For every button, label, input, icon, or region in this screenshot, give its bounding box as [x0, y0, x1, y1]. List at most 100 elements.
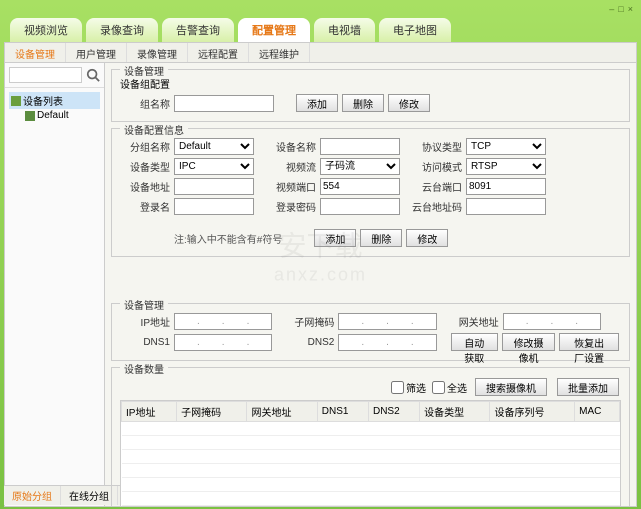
table-row[interactable] — [122, 492, 620, 506]
gateway-label: 网关地址 — [449, 314, 499, 329]
selectall-checkbox[interactable]: 全选 — [432, 380, 467, 395]
sidebar: 设备列表 Default 原始分组在线分组地图列表 — [5, 63, 105, 506]
input-hint: 注:输入中不能含有#符号 — [174, 231, 282, 246]
section-title: 设备管理 — [120, 63, 168, 78]
proto-label: 协议类型 — [412, 139, 462, 154]
main-tab[interactable]: 电子地图 — [379, 18, 451, 42]
network-section: 设备管理 IP地址... 子网掩码... 网关地址... DNS1... DNS… — [111, 303, 630, 361]
sub-tab[interactable]: 远程维护 — [249, 43, 310, 62]
mask-label: 子网掩码 — [284, 314, 334, 329]
dns2-label: DNS2 — [284, 337, 334, 348]
gateway-input[interactable]: ... — [503, 313, 601, 330]
main-tab[interactable]: 录像查询 — [86, 18, 158, 42]
ip-input[interactable]: ... — [174, 313, 272, 330]
factory-reset-button[interactable]: 恢复出厂设置 — [559, 333, 619, 351]
device-count-section: 设备数量 筛选 全选 搜索摄像机 批量添加 IP地址子网掩码网关地址DNS1DN… — [111, 367, 630, 506]
table-row[interactable] — [122, 464, 620, 478]
device-modify-button[interactable]: 修改 — [406, 229, 448, 247]
tree-root[interactable]: 设备列表 — [9, 92, 100, 109]
vport-input[interactable] — [320, 178, 400, 195]
tree-item-default[interactable]: Default — [9, 109, 100, 122]
mask-input[interactable]: ... — [338, 313, 436, 330]
table-header[interactable]: 子网掩码 — [177, 402, 247, 422]
main-tab[interactable]: 视频浏览 — [10, 18, 82, 42]
devname-label: 设备名称 — [266, 139, 316, 154]
maximize-button[interactable]: □ — [618, 4, 623, 14]
devname-input[interactable] — [320, 138, 400, 155]
sub-tab[interactable]: 录像管理 — [127, 43, 188, 62]
sub-tab[interactable]: 设备管理 — [5, 43, 66, 62]
main-tab[interactable]: 电视墙 — [314, 18, 375, 42]
sub-tab[interactable]: 远程配置 — [188, 43, 249, 62]
devaddr-label: 设备地址 — [120, 179, 170, 194]
login-label: 登录名 — [120, 199, 170, 214]
pwd-input[interactable] — [320, 198, 400, 215]
login-input[interactable] — [174, 198, 254, 215]
dns1-input[interactable]: ... — [174, 334, 272, 351]
devaddr-input[interactable] — [174, 178, 254, 195]
sidebar-search-input[interactable] — [9, 67, 82, 83]
device-delete-button[interactable]: 删除 — [360, 229, 402, 247]
group-modify-button[interactable]: 修改 — [388, 94, 430, 112]
search-icon[interactable] — [86, 68, 100, 82]
section-title: 设备管理 — [120, 297, 168, 312]
filter-checkbox[interactable]: 筛选 — [391, 380, 426, 395]
ptzaddr-input[interactable] — [466, 198, 546, 215]
table-header[interactable]: MAC — [575, 402, 620, 422]
auto-get-button[interactable]: 自动获取 — [451, 333, 498, 351]
device-add-button[interactable]: 添加 — [314, 229, 356, 247]
tree-root-label: 设备列表 — [23, 93, 63, 108]
main-panel: 设备管理 设备组配置 组名称 添加 删除 修改 设备配置信息 分组名称 Defau… — [105, 63, 636, 506]
main-tab[interactable]: 告警查询 — [162, 18, 234, 42]
ip-label: IP地址 — [120, 314, 170, 329]
table-row[interactable] — [122, 450, 620, 464]
group-name-label: 组名称 — [120, 96, 170, 111]
proto-select[interactable]: TCP — [466, 138, 546, 155]
devtype-select[interactable]: IPC — [174, 158, 254, 175]
main-tabs: 视频浏览录像查询告警查询配置管理电视墙电子地图 — [2, 16, 639, 42]
close-button[interactable]: × — [628, 4, 633, 14]
main-tab[interactable]: 配置管理 — [238, 18, 310, 42]
group-config-section: 设备管理 设备组配置 组名称 添加 删除 修改 — [111, 69, 630, 122]
pport-input[interactable] — [466, 178, 546, 195]
dns2-input[interactable]: ... — [338, 334, 436, 351]
search-camera-button[interactable]: 搜索摄像机 — [475, 378, 547, 396]
modify-camera-button[interactable]: 修改摄像机 — [502, 333, 555, 351]
table-header[interactable]: IP地址 — [122, 402, 177, 422]
table-header[interactable]: DNS1 — [317, 402, 368, 422]
table-row[interactable] — [122, 478, 620, 492]
ptzaddr-label: 云台地址码 — [412, 199, 462, 214]
minimize-button[interactable]: – — [609, 4, 614, 14]
tree-item-label: Default — [37, 110, 69, 121]
sub-tab[interactable]: 用户管理 — [66, 43, 127, 62]
stream-label: 视频流 — [266, 159, 316, 174]
device-tree: 设备列表 Default — [5, 88, 104, 126]
vport-label: 视频端口 — [266, 179, 316, 194]
access-select[interactable]: RTSP — [466, 158, 546, 175]
device-config-section: 设备配置信息 分组名称Default 设备名称 协议类型TCP 设备类型IPC … — [111, 128, 630, 257]
table-row[interactable] — [122, 506, 620, 507]
group-delete-button[interactable]: 删除 — [342, 94, 384, 112]
table-row[interactable] — [122, 422, 620, 436]
footer-tab[interactable]: 原始分组 — [4, 486, 61, 505]
section-title: 设备配置信息 — [120, 122, 188, 137]
group-add-button[interactable]: 添加 — [296, 94, 338, 112]
group-select-label: 分组名称 — [120, 139, 170, 154]
table-header[interactable]: 设备序列号 — [490, 402, 575, 422]
group-subtitle: 设备组配置 — [120, 76, 621, 91]
batch-add-button[interactable]: 批量添加 — [557, 378, 619, 396]
group-name-input[interactable] — [174, 95, 274, 112]
pport-label: 云台端口 — [412, 179, 462, 194]
stream-select[interactable]: 子码流 — [320, 158, 400, 175]
table-header[interactable]: DNS2 — [368, 402, 419, 422]
device-icon — [25, 111, 35, 121]
table-row[interactable] — [122, 436, 620, 450]
footer-tab[interactable]: 在线分组 — [61, 486, 118, 505]
group-select[interactable]: Default — [174, 138, 254, 155]
section-title: 设备数量 — [120, 361, 168, 376]
device-table[interactable]: IP地址子网掩码网关地址DNS1DNS2设备类型设备序列号MAC — [120, 400, 621, 506]
table-header[interactable]: 网关地址 — [247, 402, 317, 422]
titlebar: – □ × — [2, 2, 639, 16]
table-header[interactable]: 设备类型 — [420, 402, 490, 422]
devtype-label: 设备类型 — [120, 159, 170, 174]
